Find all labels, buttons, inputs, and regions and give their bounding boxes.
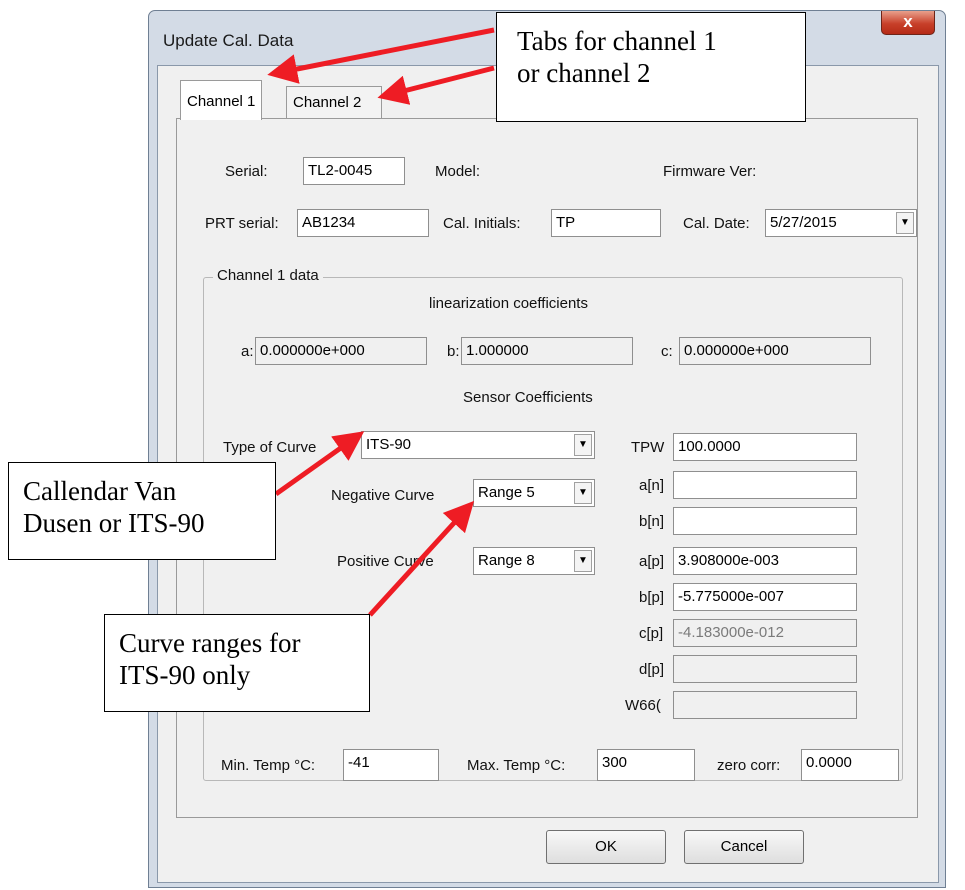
positive-curve-label: Positive Curve	[337, 553, 434, 570]
callout-curve-type: Callendar Van Dusen or ITS-90	[8, 462, 276, 560]
callout-ranges-line1: Curve ranges for	[119, 628, 301, 658]
negative-curve-select[interactable]: Range 5 ▼	[473, 479, 595, 507]
chevron-down-icon[interactable]: ▼	[574, 550, 592, 572]
callout-tabs-line1: Tabs for channel 1	[517, 26, 717, 56]
callout-curve-line1: Callendar Van	[23, 476, 177, 506]
close-button[interactable]: x	[881, 11, 935, 35]
coef-cp-field: -4.183000e-012	[673, 619, 857, 647]
tab-panel: Serial: TL2-0045 Model: Firmware Ver: PR…	[176, 118, 918, 818]
coef-dp-field	[673, 655, 857, 683]
coef-ap-field[interactable]: 3.908000e-003	[673, 547, 857, 575]
dialog-window: Update Cal. Data x Channel 1 Channel 2 S…	[148, 10, 946, 888]
zero-corr-field[interactable]: 0.0000	[801, 749, 899, 781]
curve-type-value: ITS-90	[366, 436, 412, 453]
max-temp-field[interactable]: 300	[597, 749, 695, 781]
negative-curve-value: Range 5	[478, 484, 535, 501]
coef-tpw-label: TPW	[631, 439, 665, 456]
coef-ap-label: a[p]	[639, 553, 665, 570]
min-temp-label: Min. Temp °C:	[221, 757, 316, 774]
callout-curve-line2: Dusen or ITS-90	[23, 508, 205, 538]
coef-bn-label: b[n]	[639, 513, 665, 530]
cal-date-picker[interactable]: 5/27/2015 ▼	[765, 209, 917, 237]
zero-corr-label: zero corr:	[717, 757, 781, 774]
min-temp-field[interactable]: -41	[343, 749, 439, 781]
cal-date-value: 5/27/2015	[770, 214, 837, 231]
coef-tpw-field[interactable]: 100.0000	[673, 433, 857, 461]
coef-b-label: b:	[447, 343, 460, 360]
cal-initials-label: Cal. Initials:	[443, 215, 521, 232]
positive-curve-value: Range 8	[478, 552, 535, 569]
tab-channel-2[interactable]: Channel 2	[286, 86, 382, 118]
prt-serial-label: PRT serial:	[205, 215, 279, 232]
coef-a-field[interactable]: 0.000000e+000	[255, 337, 427, 365]
model-label: Model:	[435, 163, 481, 180]
coef-w660-field	[673, 691, 857, 719]
serial-field[interactable]: TL2-0045	[303, 157, 405, 185]
positive-curve-select[interactable]: Range 8 ▼	[473, 547, 595, 575]
curve-type-label: Type of Curve	[223, 439, 317, 456]
chevron-down-icon[interactable]: ▼	[574, 434, 592, 456]
chevron-down-icon[interactable]: ▼	[896, 212, 914, 234]
ok-button[interactable]: OK	[546, 830, 666, 864]
callout-tabs-line2: or channel 2	[517, 58, 651, 88]
tab-channel-1[interactable]: Channel 1	[180, 80, 263, 120]
firmware-label: Firmware Ver:	[663, 163, 757, 180]
coef-dp-label: d[p]	[639, 661, 665, 678]
coef-b-field[interactable]: 1.000000	[461, 337, 633, 365]
coef-cp-label: c[p]	[639, 625, 664, 642]
window-title: Update Cal. Data	[163, 31, 294, 50]
max-temp-label: Max. Temp °C:	[467, 757, 566, 774]
channel-data-group-title: Channel 1 data	[213, 267, 323, 284]
close-icon: x	[903, 12, 913, 31]
chevron-down-icon[interactable]: ▼	[574, 482, 592, 504]
cal-date-label: Cal. Date:	[683, 215, 750, 232]
cal-initials-field[interactable]: TP	[551, 209, 661, 237]
coef-an-field[interactable]	[673, 471, 857, 499]
callout-ranges-line2: ITS-90 only	[119, 660, 251, 690]
curve-type-select[interactable]: ITS-90 ▼	[361, 431, 595, 459]
callout-curve-ranges: Curve ranges for ITS-90 only	[104, 614, 370, 712]
coef-w660-label: W66(	[625, 697, 661, 714]
coef-bp-label: b[p]	[639, 589, 665, 606]
cancel-button[interactable]: Cancel	[684, 830, 804, 864]
coef-c-field[interactable]: 0.000000e+000	[679, 337, 871, 365]
prt-serial-field[interactable]: AB1234	[297, 209, 429, 237]
coef-bn-field[interactable]	[673, 507, 857, 535]
coef-an-label: a[n]	[639, 477, 665, 494]
coef-bp-field[interactable]: -5.775000e-007	[673, 583, 857, 611]
negative-curve-label: Negative Curve	[331, 487, 435, 504]
coef-c-label: c:	[661, 343, 673, 360]
coef-a-label: a:	[241, 343, 254, 360]
serial-label: Serial:	[225, 163, 268, 180]
callout-tabs: Tabs for channel 1 or channel 2	[496, 12, 806, 122]
linearization-heading: linearization coefficients	[429, 295, 588, 312]
sensor-coefficients-heading: Sensor Coefficients	[463, 389, 593, 406]
